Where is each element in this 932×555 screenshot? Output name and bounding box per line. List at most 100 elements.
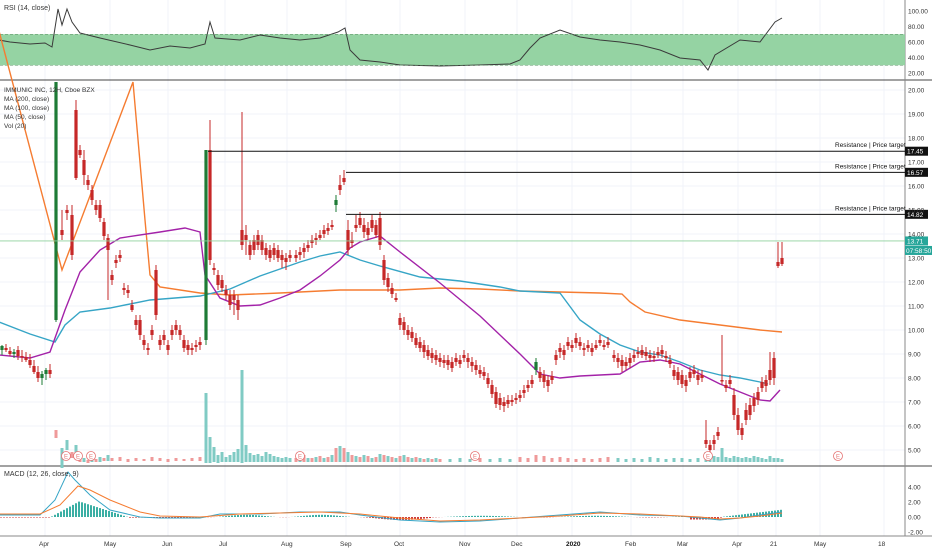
macd-bar [42, 517, 44, 518]
candle-body [644, 352, 647, 356]
candle-body [362, 225, 365, 232]
macd-bar [3, 517, 5, 518]
candle-body [760, 382, 763, 388]
macd-bar [246, 515, 248, 517]
candle-body [490, 385, 493, 394]
x-tick-label: Mar [677, 541, 689, 548]
macd-bar [333, 515, 335, 517]
macd-bar [729, 516, 731, 517]
macd-bar [609, 516, 611, 517]
price-tick-label: 11.00 [908, 304, 924, 311]
candle-body [724, 385, 727, 388]
candle-body [720, 380, 723, 382]
candle-body [48, 370, 51, 374]
volume-bar [363, 455, 366, 462]
candle-body [776, 262, 779, 266]
macd-tick-label: 0.00 [908, 515, 921, 522]
macd-bar [33, 517, 35, 518]
macd-bar [483, 516, 485, 517]
candle-body [744, 410, 747, 420]
resistance-text: Resistance | Price target [835, 163, 906, 170]
volume-bar [427, 458, 430, 462]
volume-bar [395, 458, 398, 462]
candle-body [410, 332, 413, 338]
candle-body [322, 230, 325, 234]
chart-canvas: RSI (14, close) Resistance | Price targe… [0, 0, 932, 550]
candle-body [628, 358, 631, 363]
grid-lines [0, 0, 932, 536]
macd-bar [51, 516, 53, 517]
macd-bar [21, 517, 23, 518]
candle-body [78, 150, 81, 155]
candle-body [16, 350, 19, 356]
candle-body [696, 375, 699, 380]
candle-body [672, 370, 675, 376]
candle-body [146, 348, 149, 350]
macd-bar [342, 516, 344, 517]
candle-body [466, 358, 469, 362]
volume-bar [233, 452, 236, 462]
candle-body [166, 345, 169, 350]
candle-body [36, 372, 39, 378]
candle-body [668, 360, 671, 364]
rsi-tick-label: 20.00 [908, 71, 925, 78]
macd-label: MACD (12, 26, close, 9) [4, 471, 79, 478]
x-tick-label: May [104, 541, 117, 548]
volume-bar [95, 459, 98, 462]
candle-body [660, 350, 663, 354]
candle-body [126, 290, 129, 293]
x-tick-label: 18 [878, 541, 886, 548]
volume-bar [721, 448, 724, 462]
volume-bar [575, 459, 578, 462]
volume-bar [527, 458, 530, 462]
candle-body [680, 375, 683, 384]
volume-bar [159, 458, 162, 461]
macd-bar [309, 515, 311, 517]
rsi-tick-label: 40.00 [908, 55, 925, 62]
candle-body [314, 238, 317, 240]
macd-bar [261, 516, 263, 517]
candle-body [768, 370, 771, 380]
macd-bar [96, 507, 98, 517]
candle-body [470, 362, 473, 366]
macd-bar [234, 515, 236, 517]
volume-bar [749, 458, 752, 462]
legend-ma100: MA (100, close) [4, 105, 49, 112]
macd-bar [603, 516, 605, 517]
candle-body [422, 345, 425, 352]
volume-bar [551, 458, 554, 462]
candle-body [474, 365, 477, 370]
volume-bar [383, 455, 386, 462]
macd-bar [6, 517, 8, 518]
macd-bar [732, 516, 734, 517]
legend-ma50: MA (50, close) [4, 114, 46, 121]
volume-bar [439, 459, 442, 462]
price-tick-label: 20.00 [908, 88, 925, 95]
x-tick-label: Aug [281, 541, 293, 548]
candle-body [98, 205, 101, 218]
volume-bar [673, 458, 676, 462]
earnings-label: E [76, 455, 80, 461]
volume-bar [209, 437, 212, 463]
candle-body [330, 225, 333, 227]
volume-bar [183, 459, 186, 461]
macd-bar [423, 517, 425, 519]
candle-body [280, 255, 283, 260]
macd-bar [588, 516, 590, 517]
macd-bar [66, 508, 68, 517]
candle-body [162, 335, 165, 340]
macd-bar [297, 516, 299, 517]
candle-body [90, 190, 93, 200]
price-tick-label: 9.00 [908, 352, 921, 359]
candle-body [482, 372, 485, 376]
macd-bar [465, 516, 467, 517]
macd-bar [90, 505, 92, 517]
macd-bar [324, 515, 326, 517]
volume-bar [307, 458, 310, 462]
candle-body [430, 353, 433, 358]
candle-body [756, 392, 759, 400]
macd-bar [12, 517, 14, 518]
volume-bar [285, 457, 288, 462]
macd-bar [594, 516, 596, 517]
symbol-line: IMMUNIC INC, 12H, Cboe BZX [4, 87, 95, 94]
